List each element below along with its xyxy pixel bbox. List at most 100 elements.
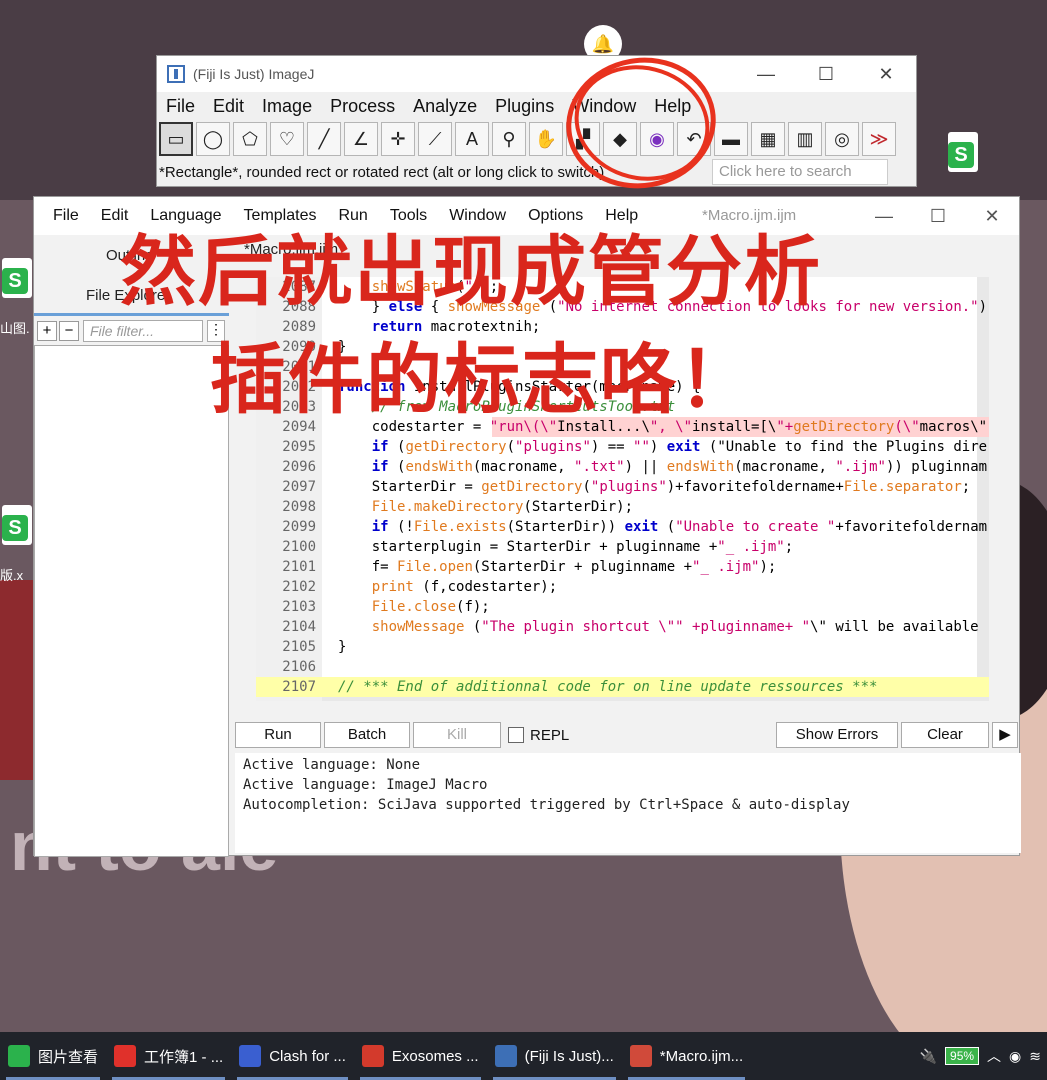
imagej-window: (Fiji Is Just) ImageJ — ☐ ✕ File Edit Im… — [156, 55, 917, 187]
code-text: File.close(f); — [371, 599, 490, 615]
code-line[interactable]: 2103 File.close(f); — [256, 597, 989, 617]
code-line[interactable]: 2106 — [256, 657, 989, 677]
line-number: 2100 — [282, 539, 316, 555]
code-line[interactable]: 2096 if (endsWith(macroname, ".txt") || … — [256, 457, 989, 477]
menu-plugins[interactable]: Plugins — [495, 96, 554, 117]
run-button[interactable]: Run — [235, 722, 321, 748]
code-text: starterplugin = StarterDir + pluginname … — [338, 539, 794, 555]
code-text: f= File.open(StarterDir + pluginname +"_… — [338, 559, 777, 575]
line-number: 2098 — [282, 499, 316, 515]
battery-indicator[interactable]: 95% — [945, 1047, 980, 1065]
file-filter-input[interactable]: File filter... — [83, 320, 203, 342]
hand-tool-icon[interactable]: ✋ — [529, 122, 563, 156]
taskbar-item[interactable]: Clash for ... — [231, 1032, 354, 1080]
minimize-icon[interactable]: — — [857, 206, 911, 227]
point-tool-icon[interactable]: ✛ — [381, 122, 415, 156]
angle-tool-icon[interactable]: ∠ — [344, 122, 378, 156]
line-number: 2097 — [282, 479, 316, 495]
code-text: print (f,codestarter); — [371, 579, 558, 595]
table-tool-icon[interactable]: ▦ — [751, 122, 785, 156]
desktop-sheet-icon[interactable]: S — [2, 258, 36, 302]
code-text: File.makeDirectory(StarterDir); — [371, 499, 634, 515]
editor-menu-file[interactable]: File — [53, 207, 79, 225]
line-number: 2096 — [282, 459, 316, 475]
polygon-tool-icon[interactable]: ⬠ — [233, 122, 267, 156]
taskbar-item[interactable]: 图片查看 — [0, 1032, 106, 1080]
code-text: StarterDir = getDirectory("plugins")+fav… — [338, 479, 971, 495]
repl-checkbox[interactable]: REPL — [508, 727, 569, 744]
code-line[interactable]: 2100 starterplugin = StarterDir + plugin… — [256, 537, 989, 557]
line-number: 2099 — [282, 519, 316, 535]
oval-tool-icon[interactable]: ◯ — [196, 122, 230, 156]
tray-app-icon[interactable]: ◉ — [1009, 1048, 1021, 1065]
app-icon — [361, 1045, 384, 1067]
clear-button[interactable]: Clear — [901, 722, 989, 748]
menu-edit[interactable]: Edit — [213, 96, 244, 117]
line-number: 2095 — [282, 439, 316, 455]
code-line[interactable]: 2104 showMessage ("The plugin shortcut \… — [256, 617, 989, 637]
desktop-icon-label: 山图. — [0, 321, 30, 336]
fiji-logo-icon — [167, 65, 185, 83]
code-line[interactable]: 2099 if (!File.exists(StarterDir)) exit … — [256, 517, 989, 537]
line-tool-icon[interactable]: ╱ — [307, 122, 341, 156]
freehand-tool-icon[interactable]: ♡ — [270, 122, 304, 156]
annotation-text: 然后就出现成管分析 — [120, 227, 822, 316]
taskbar-item[interactable]: *Macro.ijm... — [622, 1032, 751, 1080]
code-line[interactable]: 2102 print (f,codestarter); — [256, 577, 989, 597]
wand-tool-icon[interactable]: ⟋ — [418, 122, 452, 156]
code-text: } — [338, 639, 347, 655]
folder-tool-icon[interactable]: ▬ — [714, 122, 748, 156]
chevron-up-icon[interactable]: ︿ — [987, 1046, 1001, 1066]
maximize-icon[interactable]: ☐ — [911, 206, 965, 227]
code-text: if (getDirectory("plugins") == "") exit … — [371, 439, 988, 455]
editor-sidebar: Outline File Explorer + − File filter...… — [34, 235, 229, 857]
lut-tool-icon[interactable]: ▥ — [788, 122, 822, 156]
menu-image[interactable]: Image — [262, 96, 312, 117]
code-text: showMessage ("The plugin shortcut \"" +p… — [371, 619, 979, 635]
maximize-icon[interactable]: ☐ — [796, 64, 856, 85]
next-arrow-button[interactable]: ▶ — [992, 722, 1018, 748]
wifi-icon[interactable]: ≋ — [1029, 1048, 1041, 1065]
add-button[interactable]: + — [37, 321, 57, 341]
code-line[interactable]: 2101 f= File.open(StarterDir + pluginnam… — [256, 557, 989, 577]
window-controls: — ☐ ✕ — [736, 64, 916, 85]
close-icon[interactable]: ✕ — [965, 206, 1019, 227]
minimize-icon[interactable]: — — [736, 64, 796, 85]
update-tool-icon[interactable]: ◎ — [825, 122, 859, 156]
batch-button[interactable]: Batch — [324, 722, 410, 748]
menu-process[interactable]: Process — [330, 96, 395, 117]
taskbar-item-label: Clash for ... — [269, 1047, 346, 1065]
taskbar: 图片查看 工作簿1 - ... Clash for ... Exosomes ... (… — [0, 1032, 1047, 1080]
text-tool-icon[interactable]: A — [455, 122, 489, 156]
code-line[interactable]: 2095 if (getDirectory("plugins") == "") … — [256, 437, 989, 457]
imagej-menubar: File Edit Image Process Analyze Plugins … — [157, 92, 916, 120]
checkbox-icon[interactable] — [508, 727, 524, 743]
magnifier-tool-icon[interactable]: ⚲ — [492, 122, 526, 156]
annotation-text: 插件的标志咯！ — [210, 335, 756, 424]
close-icon[interactable]: ✕ — [856, 64, 916, 85]
taskbar-item[interactable]: 工作簿1 - ... — [106, 1032, 231, 1080]
rectangle-tool-icon[interactable]: ▭ — [159, 122, 193, 156]
more-tools-icon[interactable]: ≫ — [862, 122, 896, 156]
file-tree[interactable] — [34, 345, 229, 857]
desktop-sheet-icon[interactable]: S — [948, 132, 982, 176]
code-text: if (endsWith(macroname, ".txt") || endsW… — [371, 459, 988, 475]
code-line[interactable]: 2105} — [256, 637, 989, 657]
code-line[interactable]: 2107 // *** End of additionnal code for o… — [256, 677, 989, 697]
taskbar-item-label: Exosomes ... — [391, 1047, 479, 1065]
desktop-sheet-icon[interactable]: S — [2, 505, 36, 549]
kill-button[interactable]: Kill — [413, 722, 501, 748]
show-errors-button[interactable]: Show Errors — [776, 722, 898, 748]
menu-file[interactable]: File — [166, 96, 195, 117]
taskbar-item[interactable]: (Fiji Is Just)... — [487, 1032, 622, 1080]
code-text: if (!File.exists(StarterDir)) exit ("Una… — [371, 519, 988, 535]
console-line: Active language: None — [243, 757, 421, 773]
taskbar-item[interactable]: Exosomes ... — [354, 1032, 487, 1080]
remove-button[interactable]: − — [59, 321, 79, 341]
imagej-title: (Fiji Is Just) ImageJ — [193, 66, 315, 82]
power-plug-icon: 🔌 — [919, 1047, 938, 1064]
code-line[interactable]: 2097 StarterDir = getDirectory("plugins"… — [256, 477, 989, 497]
code-line[interactable]: 2098 File.makeDirectory(StarterDir); — [256, 497, 989, 517]
menu-analyze[interactable]: Analyze — [413, 96, 477, 117]
search-input[interactable]: Click here to search — [712, 159, 888, 185]
